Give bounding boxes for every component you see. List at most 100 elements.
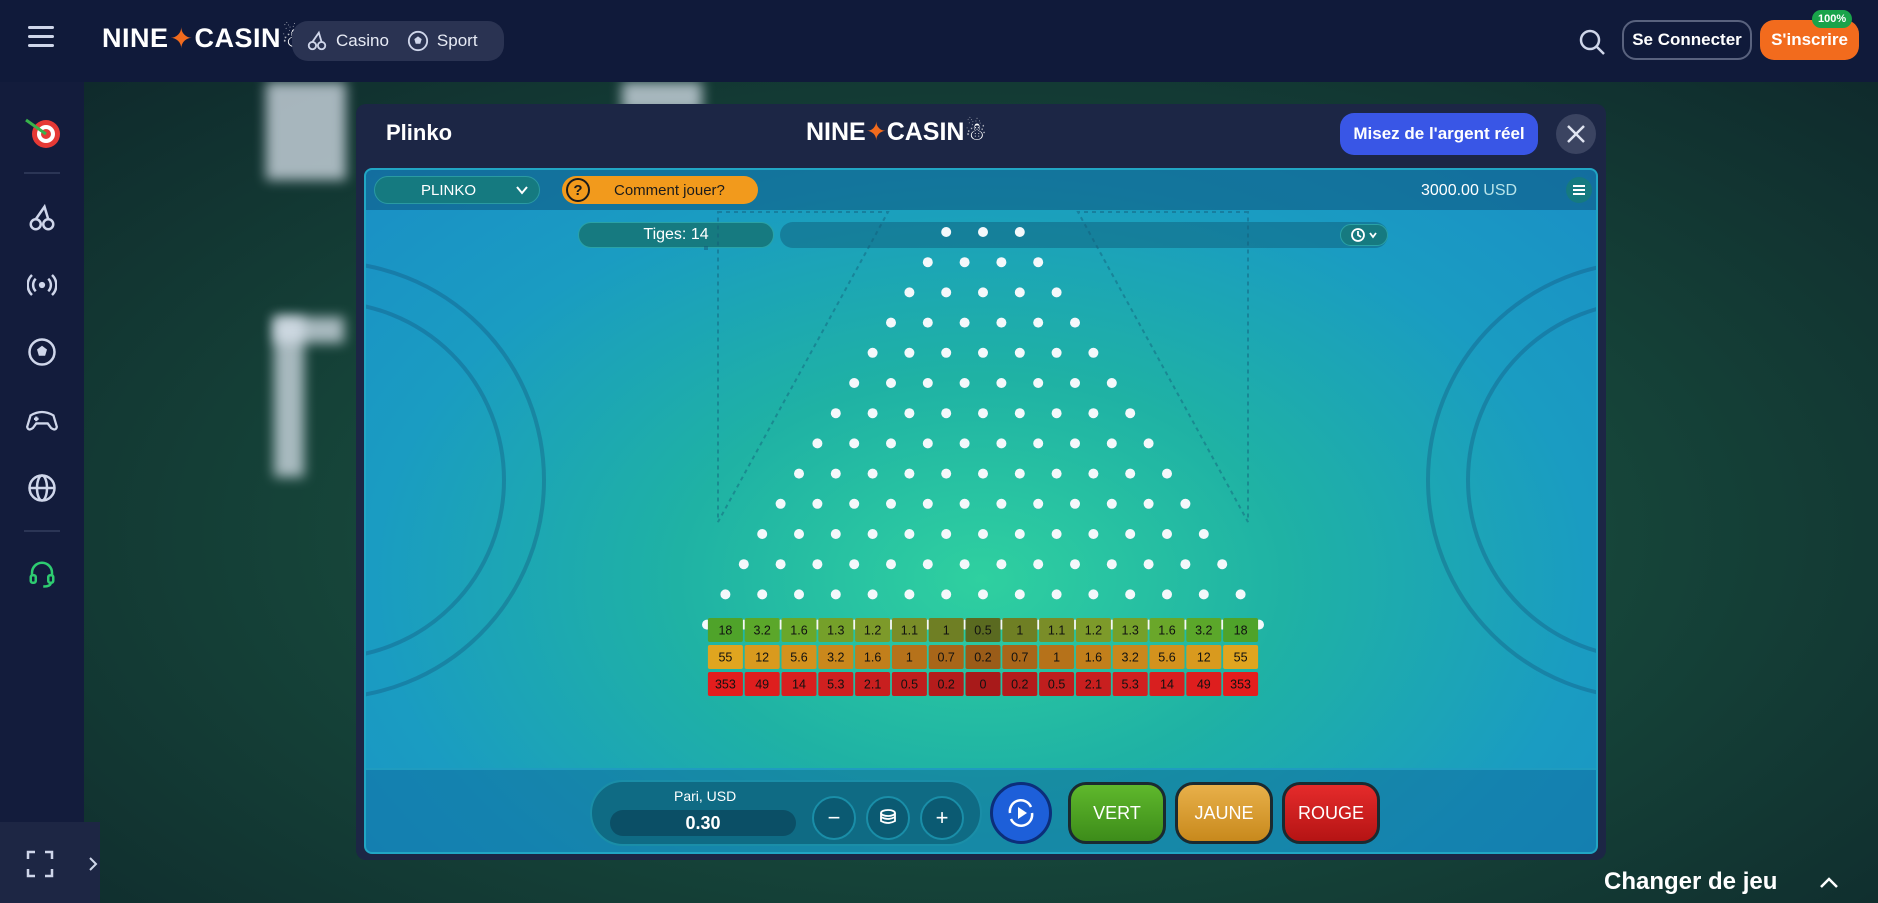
red-multiplier-label: 353: [715, 678, 736, 692]
cherry-icon[interactable]: [22, 198, 62, 238]
green-drop-button[interactable]: VERT: [1068, 782, 1166, 844]
red-multiplier-label: 49: [1197, 678, 1211, 692]
bet-increase-button[interactable]: +: [920, 796, 964, 840]
peg: [978, 227, 988, 237]
coins-stack-icon: [880, 809, 896, 824]
close-button[interactable]: [1556, 114, 1596, 154]
peg: [1014, 287, 1025, 298]
peg: [941, 287, 952, 298]
nav-casino[interactable]: Casino: [306, 30, 389, 52]
real-money-button[interactable]: Misez de l'argent réel: [1340, 113, 1538, 155]
peg: [1070, 317, 1080, 328]
green-multiplier-label: 1.3: [1122, 624, 1139, 638]
peg: [959, 257, 970, 268]
peg: [849, 438, 860, 449]
green-multiplier-label: 1.3: [827, 624, 844, 638]
ghost-shape: [266, 82, 346, 180]
coins-button[interactable]: [866, 796, 910, 840]
gamepad-icon[interactable]: [22, 400, 62, 440]
bet-decrease-button[interactable]: −: [812, 796, 856, 840]
peg: [1070, 498, 1080, 509]
peg: [1051, 468, 1062, 479]
green-multiplier-label: 1: [1016, 624, 1023, 638]
peg: [1033, 257, 1044, 268]
peg: [867, 347, 878, 358]
peg: [1070, 378, 1080, 388]
peg: [978, 529, 988, 539]
top-bar: NINE✦CASIN☃ Casino Sport Se Connecter S'…: [0, 0, 1878, 82]
close-icon: [1567, 125, 1585, 143]
sidebar-divider: [24, 172, 60, 174]
change-game-label[interactable]: Changer de jeu: [1604, 868, 1777, 896]
peg: [941, 347, 952, 358]
peg: [1051, 347, 1062, 358]
peg: [1125, 408, 1136, 419]
peg: [757, 529, 768, 539]
peg: [904, 347, 915, 358]
snowman-icon: ☃: [964, 118, 987, 146]
yellow-multiplier-label: 0.7: [1011, 651, 1028, 665]
peg: [922, 559, 933, 570]
peg: [720, 589, 731, 600]
peg: [922, 438, 933, 449]
globe-icon[interactable]: [22, 468, 62, 508]
red-multiplier-label: 0.2: [938, 678, 955, 692]
sidebar: [0, 82, 84, 903]
peg: [830, 408, 841, 419]
green-multiplier-label: 0.5: [974, 624, 991, 638]
menu-icon[interactable]: [28, 26, 54, 50]
green-multiplier-label: 1.1: [1048, 624, 1065, 638]
peg: [1198, 589, 1209, 600]
yellow-multiplier-label: 3.2: [1122, 651, 1139, 665]
live-broadcast-icon[interactable]: [22, 265, 62, 305]
yellow-multiplier-label: 1: [906, 651, 913, 665]
yellow-drop-button[interactable]: JAUNE: [1175, 782, 1273, 844]
peg: [904, 589, 915, 600]
chevron-up-icon[interactable]: [1818, 872, 1840, 894]
peg: [1088, 408, 1099, 419]
peg: [738, 559, 749, 570]
autoplay-button[interactable]: [990, 782, 1052, 844]
peg: [1106, 559, 1117, 570]
nav-sport[interactable]: Sport: [407, 30, 478, 52]
peg: [922, 317, 933, 328]
headset-icon[interactable]: [22, 554, 62, 594]
green-multiplier-label: 18: [718, 624, 732, 638]
fullscreen-icon[interactable]: [26, 850, 54, 878]
peg: [941, 529, 952, 539]
flame-icon: ✦: [865, 118, 887, 146]
green-multiplier-label: 3.2: [754, 624, 771, 638]
peg: [1033, 438, 1044, 449]
peg: [1014, 347, 1025, 358]
search-icon[interactable]: [1578, 28, 1606, 56]
peg: [886, 317, 896, 328]
peg: [830, 589, 841, 600]
yellow-multiplier-label: 55: [1234, 651, 1248, 665]
peg: [1051, 529, 1062, 539]
peg: [1088, 529, 1099, 539]
red-multiplier-label: 2.1: [1085, 678, 1102, 692]
yellow-multiplier-label: 0.7: [938, 651, 955, 665]
peg: [1235, 589, 1246, 600]
peg: [794, 468, 804, 479]
plinko-board: 18 3.2 1.6 1.3 1.2 1.1 1 0.5 1 1.1 1.2 1.3 1.6 3.2 18 5…: [702, 211, 1264, 696]
yellow-multiplier-label: 1.6: [864, 651, 881, 665]
dart-target-icon[interactable]: [22, 112, 62, 152]
peg: [1162, 589, 1172, 600]
peg: [959, 317, 970, 328]
peg: [959, 559, 970, 570]
chevron-right-icon[interactable]: [88, 856, 98, 872]
bet-amount-input[interactable]: 0.30: [610, 810, 796, 836]
red-multiplier-label: 14: [1160, 678, 1174, 692]
peg: [867, 408, 878, 419]
yellow-multiplier-label: 5.6: [790, 651, 807, 665]
site-logo[interactable]: NINE✦CASIN☃: [102, 18, 306, 58]
peg: [1088, 589, 1099, 600]
peg: [775, 498, 786, 509]
peg: [1180, 559, 1191, 570]
red-drop-button[interactable]: ROUGE: [1282, 782, 1380, 844]
peg: [1014, 529, 1025, 539]
soccer-ball-icon[interactable]: [22, 332, 62, 372]
peg: [978, 287, 988, 298]
login-button[interactable]: Se Connecter: [1622, 20, 1752, 60]
